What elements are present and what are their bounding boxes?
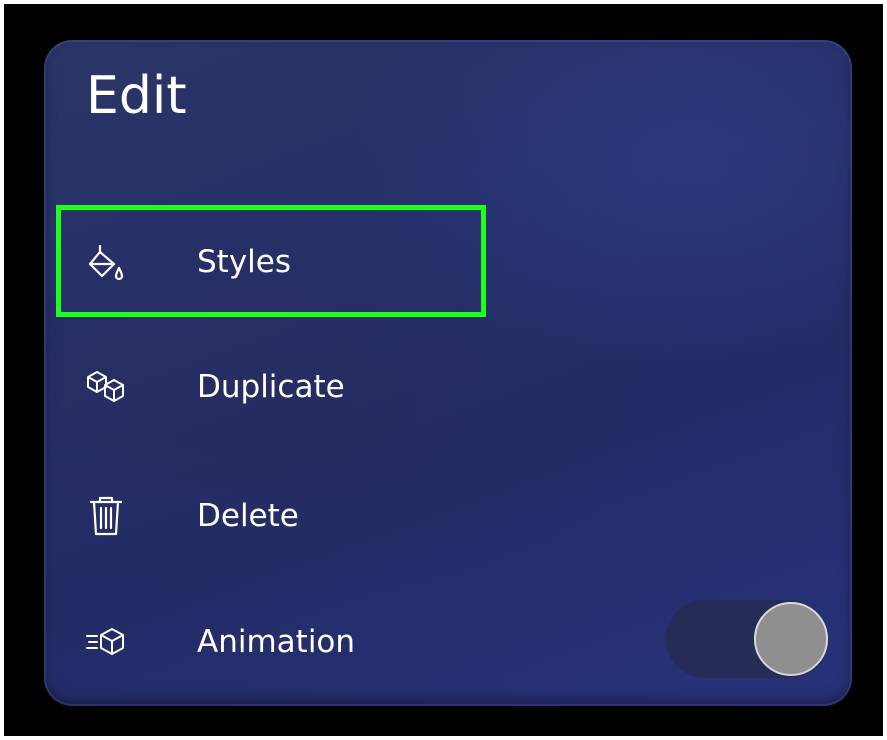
menu-item-delete[interactable]: Delete bbox=[44, 461, 852, 571]
menu-item-label: Delete bbox=[197, 498, 299, 534]
animation-cube-icon bbox=[84, 620, 128, 664]
menu-item-label: Duplicate bbox=[197, 369, 345, 405]
toggle-knob[interactable] bbox=[754, 602, 828, 676]
menu-item-duplicate[interactable]: Duplicate bbox=[44, 332, 852, 442]
duplicate-cubes-icon bbox=[84, 365, 128, 409]
menu-item-label: Animation bbox=[197, 624, 356, 660]
trash-icon bbox=[84, 494, 128, 538]
panel-title: Edit bbox=[86, 66, 187, 126]
edit-menu-panel: Edit Styles Duplicate Delete Animation bbox=[44, 40, 852, 706]
animation-toggle[interactable] bbox=[666, 600, 828, 678]
focus-highlight bbox=[56, 205, 486, 317]
window-frame: Edit Styles Duplicate Delete Animation bbox=[4, 4, 883, 736]
